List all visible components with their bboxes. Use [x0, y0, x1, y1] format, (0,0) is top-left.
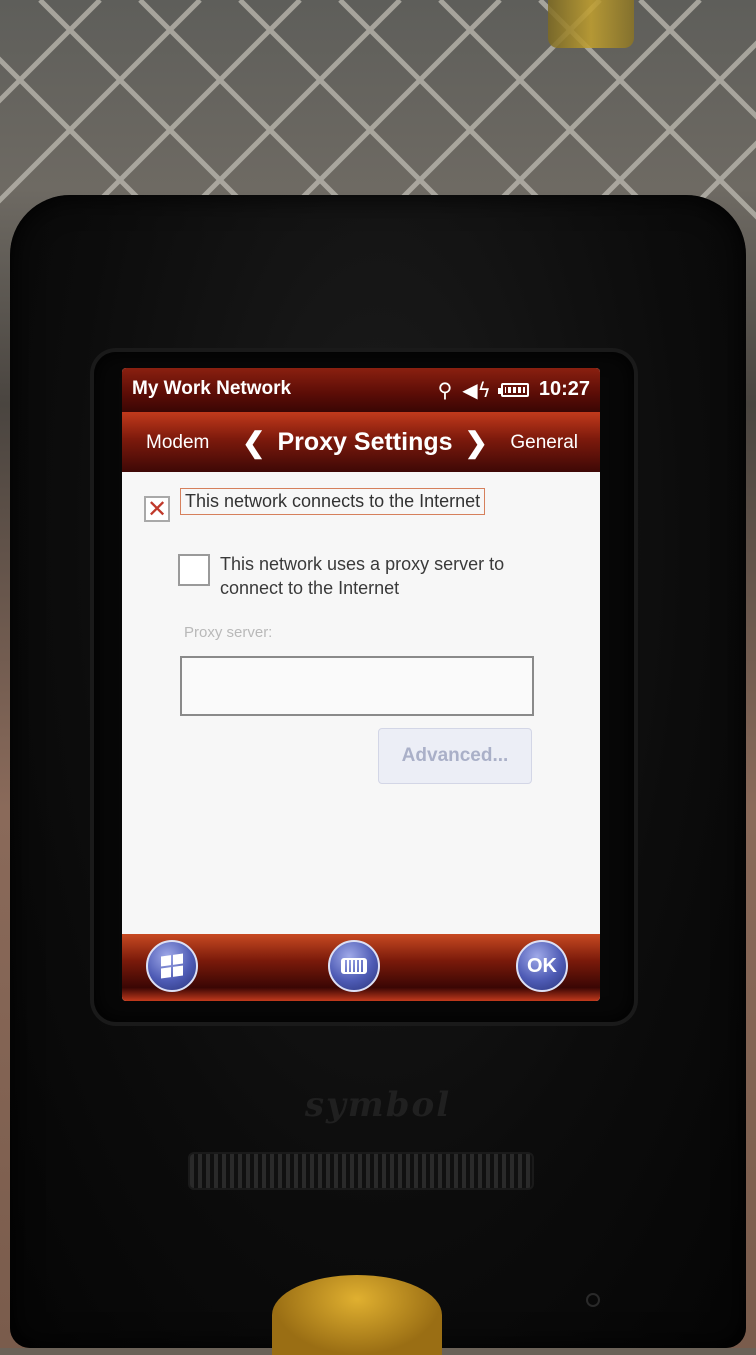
connects-internet-checkbox[interactable]: ✕ — [144, 496, 170, 522]
uses-proxy-label[interactable]: This network uses a proxy server to conn… — [220, 552, 560, 600]
checkmark-x-icon: ✕ — [146, 495, 168, 523]
tab-modem[interactable]: Modem — [146, 432, 209, 454]
keyboard-icon — [341, 958, 367, 974]
start-button[interactable] — [146, 940, 198, 992]
tab-proxy-settings[interactable]: ❮ Proxy Settings ❯ — [242, 426, 488, 459]
proxy-server-label: Proxy server: — [184, 624, 273, 641]
power-indicator — [586, 1293, 600, 1307]
speaker-muted-icon[interactable]: ◀ϟ — [462, 379, 491, 401]
device-screen: My Work Network ⚲ ◀ϟ 10:27 Modem ❮ Proxy… — [122, 368, 600, 1001]
device-speaker-grille — [188, 1152, 534, 1190]
status-icons: ⚲ ◀ϟ 10:27 — [438, 378, 590, 401]
device-brand-logo: symbol — [304, 1085, 452, 1125]
uses-proxy-checkbox[interactable] — [178, 554, 210, 586]
connects-internet-label[interactable]: This network connects to the Internet — [180, 488, 486, 515]
battery-icon[interactable] — [497, 382, 529, 397]
ok-button[interactable]: OK — [516, 940, 568, 992]
scan-trigger-button[interactable] — [272, 1275, 442, 1355]
yellow-post — [548, 0, 634, 48]
clock[interactable]: 10:27 — [539, 378, 590, 401]
tab-general[interactable]: General — [510, 432, 578, 454]
keyboard-button[interactable] — [328, 940, 380, 992]
chevron-right-icon[interactable]: ❯ — [465, 426, 488, 459]
app-title: My Work Network — [132, 378, 292, 399]
proxy-settings-panel: ✕ This network connects to the Internet … — [122, 472, 600, 934]
tab-bar: Modem ❮ Proxy Settings ❯ General — [122, 412, 600, 472]
chevron-left-icon[interactable]: ❮ — [242, 426, 265, 459]
tab-current-label: Proxy Settings — [277, 428, 453, 456]
status-bar: My Work Network ⚲ ◀ϟ 10:27 — [122, 368, 600, 412]
connectivity-icon[interactable]: ⚲ — [438, 379, 453, 401]
windows-start-icon — [161, 953, 183, 979]
proxy-server-input[interactable] — [180, 656, 534, 716]
soft-key-bar: OK — [122, 934, 600, 1001]
advanced-button[interactable]: Advanced... — [378, 728, 532, 784]
